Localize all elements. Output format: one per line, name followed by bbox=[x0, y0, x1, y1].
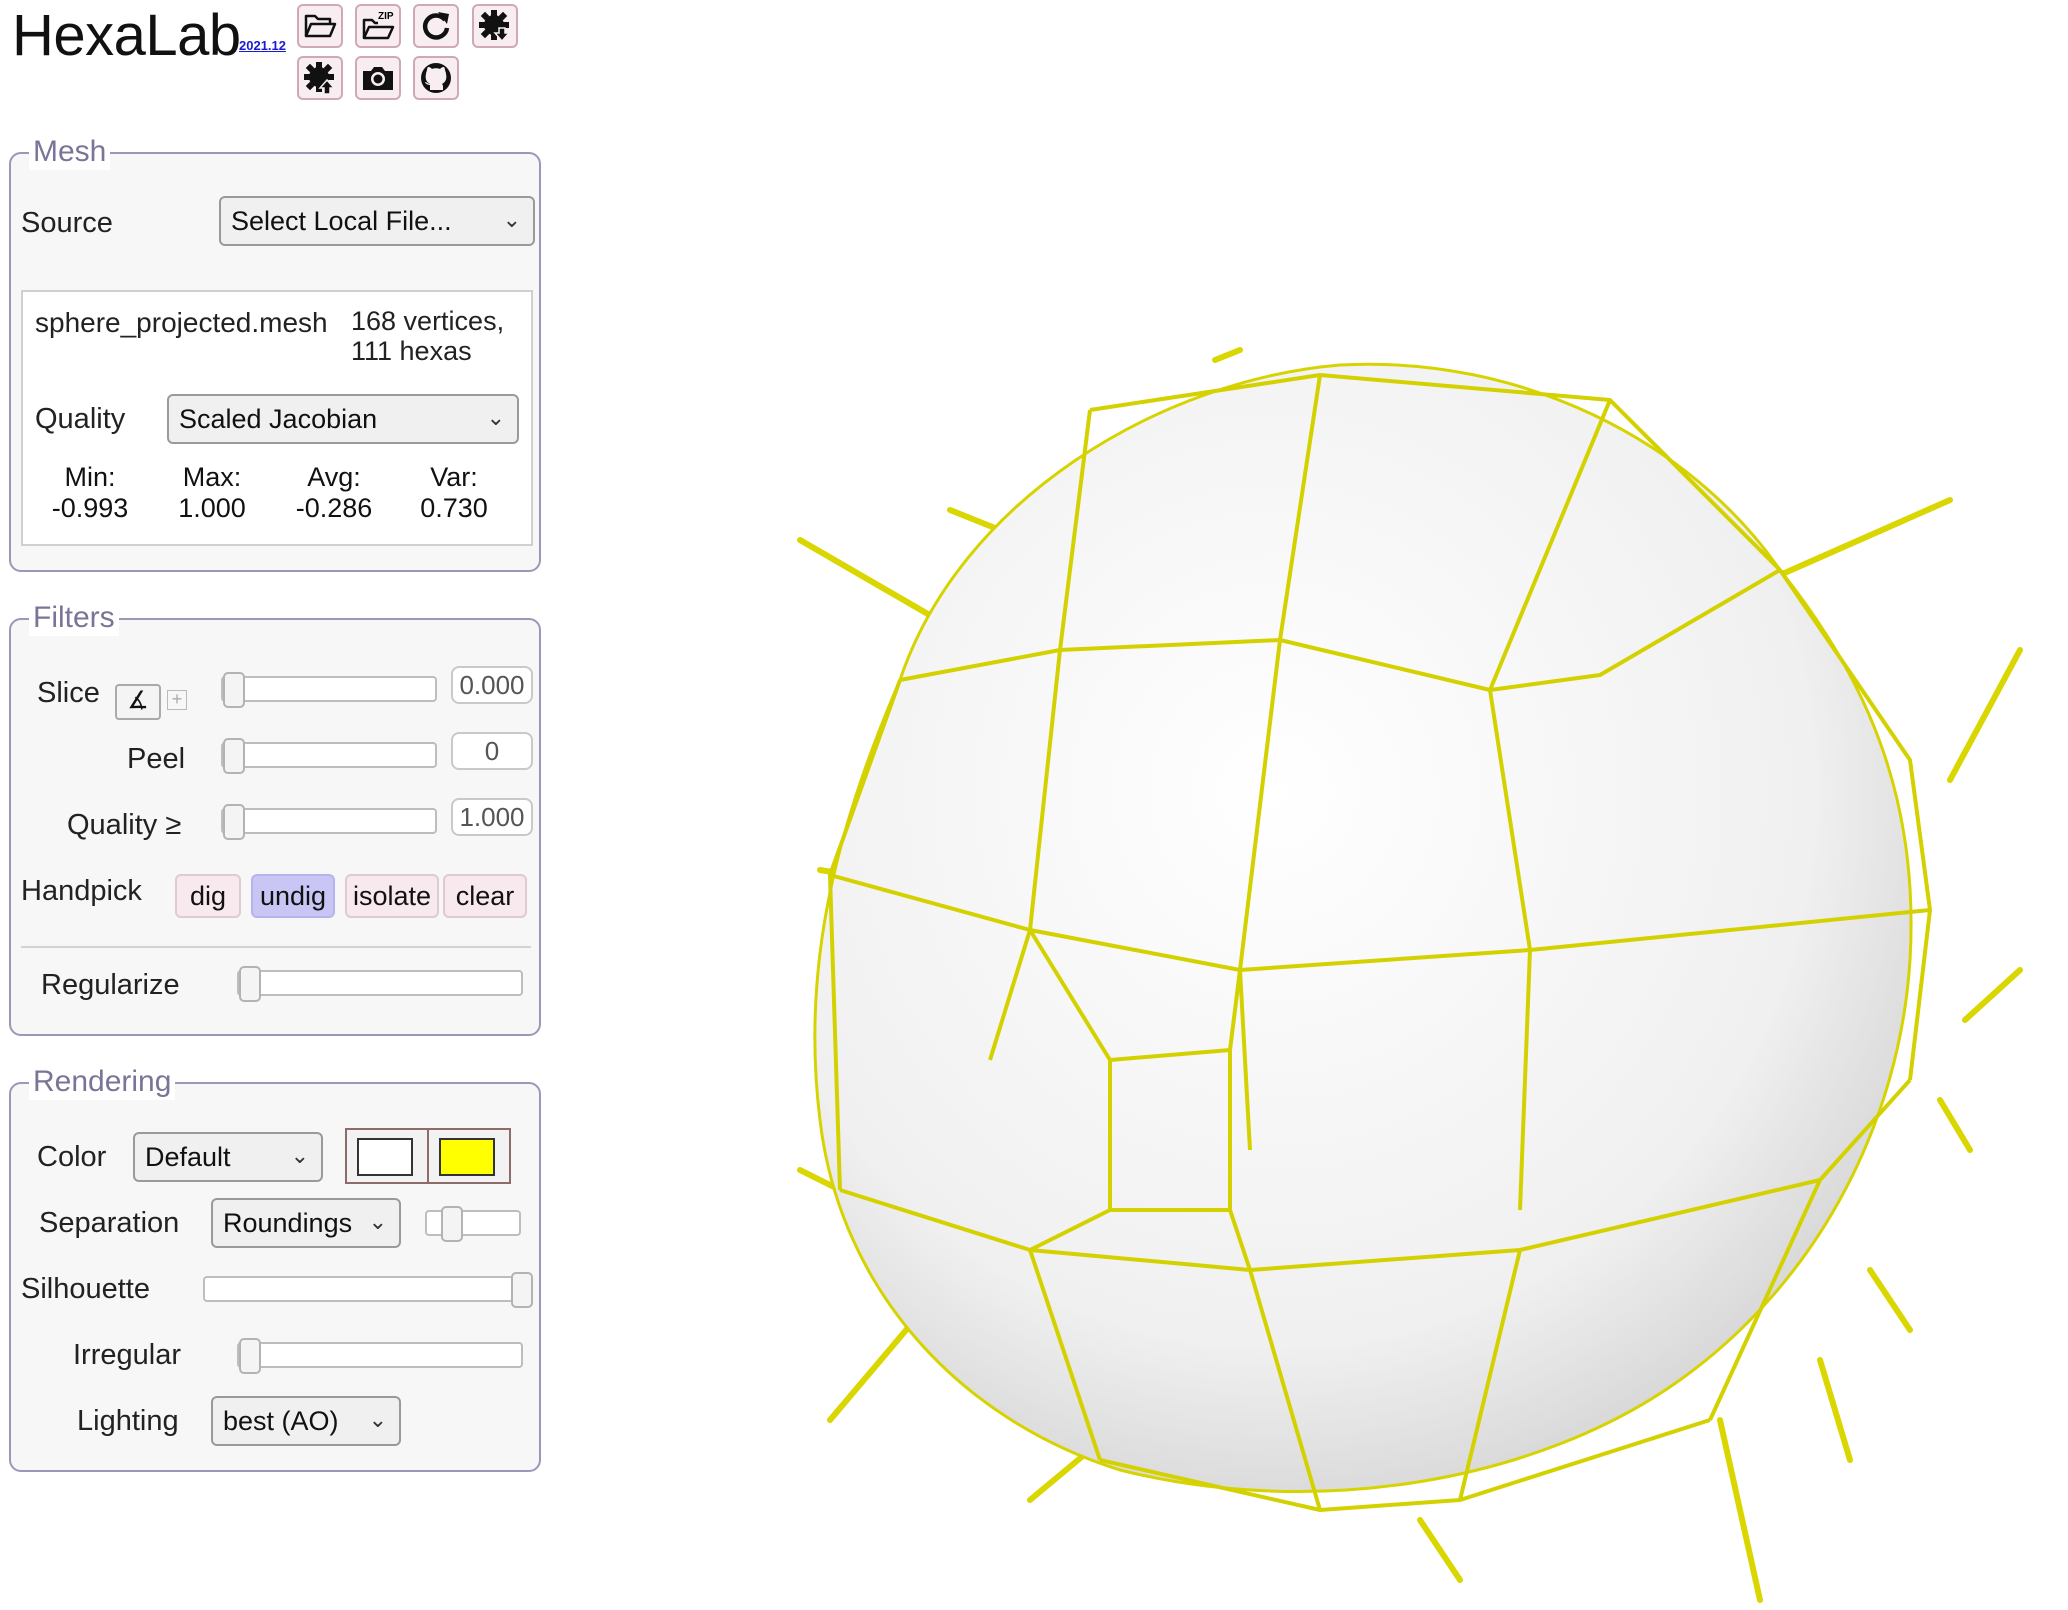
silhouette-label: Silhouette bbox=[21, 1273, 150, 1305]
stat-var-label: Var: bbox=[430, 462, 478, 492]
isolate-button[interactable]: isolate bbox=[345, 874, 439, 918]
settings-download-icon bbox=[479, 10, 511, 43]
handpick-label: Handpick bbox=[21, 875, 142, 907]
color-mode-value: Default bbox=[145, 1142, 231, 1172]
chevron-down-icon: ⌄ bbox=[486, 405, 505, 430]
silhouette-slider-thumb[interactable] bbox=[511, 1272, 533, 1308]
stat-avg-label: Avg: bbox=[307, 462, 361, 492]
source-select-value: Select Local File... bbox=[231, 206, 452, 236]
screenshot-button[interactable] bbox=[355, 56, 401, 100]
quality-filter-slider[interactable] bbox=[221, 804, 437, 840]
slice-value[interactable]: 0.000 bbox=[451, 666, 533, 704]
surface-color-swatch bbox=[357, 1138, 413, 1176]
reload-icon bbox=[422, 12, 450, 40]
camera-icon bbox=[363, 67, 393, 90]
filters-legend: Filters bbox=[29, 600, 119, 636]
edge-color-swatch bbox=[439, 1138, 495, 1176]
irregular-slider-thumb[interactable] bbox=[239, 1338, 261, 1374]
regularize-slider[interactable] bbox=[237, 966, 523, 1002]
reload-button[interactable] bbox=[413, 4, 459, 48]
regularize-label: Regularize bbox=[41, 969, 180, 1001]
clear-button[interactable]: clear bbox=[443, 874, 527, 918]
plus-icon: + bbox=[171, 689, 183, 709]
mesh-hexa-count: 111 hexas bbox=[351, 336, 472, 366]
quality-filter-slider-thumb[interactable] bbox=[223, 804, 245, 840]
zip-icon-text: ZIP bbox=[378, 11, 394, 22]
settings-upload-button[interactable] bbox=[297, 56, 343, 100]
mesh-info-box: sphere_projected.mesh 168 vertices, 111 … bbox=[21, 290, 533, 546]
mesh-viewport[interactable] bbox=[760, 320, 2060, 1610]
stat-min: Min: -0.993 bbox=[35, 462, 145, 524]
slice-slider[interactable] bbox=[221, 672, 437, 708]
chevron-down-icon: ⌄ bbox=[502, 207, 521, 232]
zip-folder-icon: ZIP bbox=[362, 11, 395, 40]
slice-plane-button[interactable]: ∡ bbox=[115, 684, 161, 720]
quality-filter-value[interactable]: 1.000 bbox=[451, 798, 533, 836]
peel-slider[interactable] bbox=[221, 738, 437, 774]
regularize-slider-thumb[interactable] bbox=[239, 966, 261, 1002]
slice-label: Slice bbox=[37, 677, 100, 709]
filters-panel: Filters Slice ∡ + 0.000 Peel 0 Quality ≥… bbox=[9, 600, 541, 1036]
version-link[interactable]: 2021.12 bbox=[239, 38, 286, 53]
hex-mesh-sphere bbox=[797, 347, 2023, 1603]
github-icon bbox=[421, 63, 451, 93]
mesh-legend: Mesh bbox=[29, 134, 111, 170]
stat-min-label: Min: bbox=[64, 462, 116, 492]
stat-max-label: Max: bbox=[182, 462, 242, 492]
rendering-panel: Rendering Color Default ⌄ Separation Rou… bbox=[9, 1064, 541, 1472]
open-file-button[interactable] bbox=[297, 4, 343, 48]
lighting-label: Lighting bbox=[77, 1405, 179, 1437]
undig-button[interactable]: undig bbox=[251, 874, 335, 918]
quality-metric-value: Scaled Jacobian bbox=[179, 404, 378, 434]
stat-var: Var: 0.730 bbox=[399, 462, 509, 524]
color-label: Color bbox=[37, 1141, 107, 1173]
peel-slider-thumb[interactable] bbox=[223, 738, 245, 774]
slice-slider-thumb[interactable] bbox=[223, 672, 245, 708]
quality-metric-select[interactable]: Scaled Jacobian ⌄ bbox=[167, 394, 519, 444]
surface-color-picker[interactable] bbox=[345, 1128, 429, 1184]
separation-slider[interactable] bbox=[425, 1206, 521, 1242]
separation-slider-thumb[interactable] bbox=[441, 1206, 463, 1242]
lighting-value: best (AO) bbox=[223, 1406, 339, 1436]
rendering-legend: Rendering bbox=[29, 1064, 176, 1100]
stat-avg-value: -0.286 bbox=[295, 493, 373, 523]
dig-button[interactable]: dig bbox=[175, 874, 241, 918]
slice-add-button[interactable]: + bbox=[167, 690, 187, 710]
settings-upload-icon bbox=[304, 62, 336, 95]
separation-select[interactable]: Roundings ⌄ bbox=[211, 1198, 401, 1248]
stat-max-value: 1.000 bbox=[178, 493, 246, 523]
filters-divider bbox=[21, 946, 531, 948]
stat-var-value: 0.730 bbox=[420, 493, 488, 523]
color-mode-select[interactable]: Default ⌄ bbox=[133, 1132, 323, 1182]
peel-value[interactable]: 0 bbox=[451, 732, 533, 770]
github-button[interactable] bbox=[413, 56, 459, 100]
irregular-slider[interactable] bbox=[237, 1338, 523, 1374]
plane-icon: ∡ bbox=[127, 687, 149, 714]
settings-download-button[interactable] bbox=[472, 4, 518, 48]
stat-avg: Avg: -0.286 bbox=[279, 462, 389, 524]
chevron-down-icon: ⌄ bbox=[368, 1209, 387, 1234]
stat-min-value: -0.993 bbox=[51, 493, 129, 523]
lighting-select[interactable]: best (AO) ⌄ bbox=[211, 1396, 401, 1446]
mesh-vertex-count: 168 vertices, bbox=[351, 306, 505, 336]
separation-label: Separation bbox=[39, 1207, 180, 1239]
source-select[interactable]: Select Local File... ⌄ bbox=[219, 196, 535, 246]
chevron-down-icon: ⌄ bbox=[290, 1143, 309, 1168]
irregular-label: Irregular bbox=[73, 1339, 181, 1371]
app-title: HexaLab bbox=[12, 3, 241, 68]
quality-label: Quality bbox=[35, 403, 126, 435]
open-zip-button[interactable]: ZIP bbox=[355, 4, 401, 48]
silhouette-slider[interactable] bbox=[203, 1272, 533, 1308]
source-label: Source bbox=[21, 207, 113, 239]
separation-value: Roundings bbox=[223, 1208, 353, 1238]
mesh-panel: Mesh Source Select Local File... ⌄ spher… bbox=[9, 134, 541, 572]
edge-color-picker[interactable] bbox=[427, 1128, 511, 1184]
chevron-down-icon: ⌄ bbox=[368, 1407, 387, 1432]
quality-filter-label: Quality ≥ bbox=[67, 809, 182, 841]
stat-max: Max: 1.000 bbox=[157, 462, 267, 524]
folder-open-icon bbox=[304, 14, 337, 38]
peel-label: Peel bbox=[127, 743, 186, 775]
mesh-filename: sphere_projected.mesh bbox=[35, 307, 328, 338]
